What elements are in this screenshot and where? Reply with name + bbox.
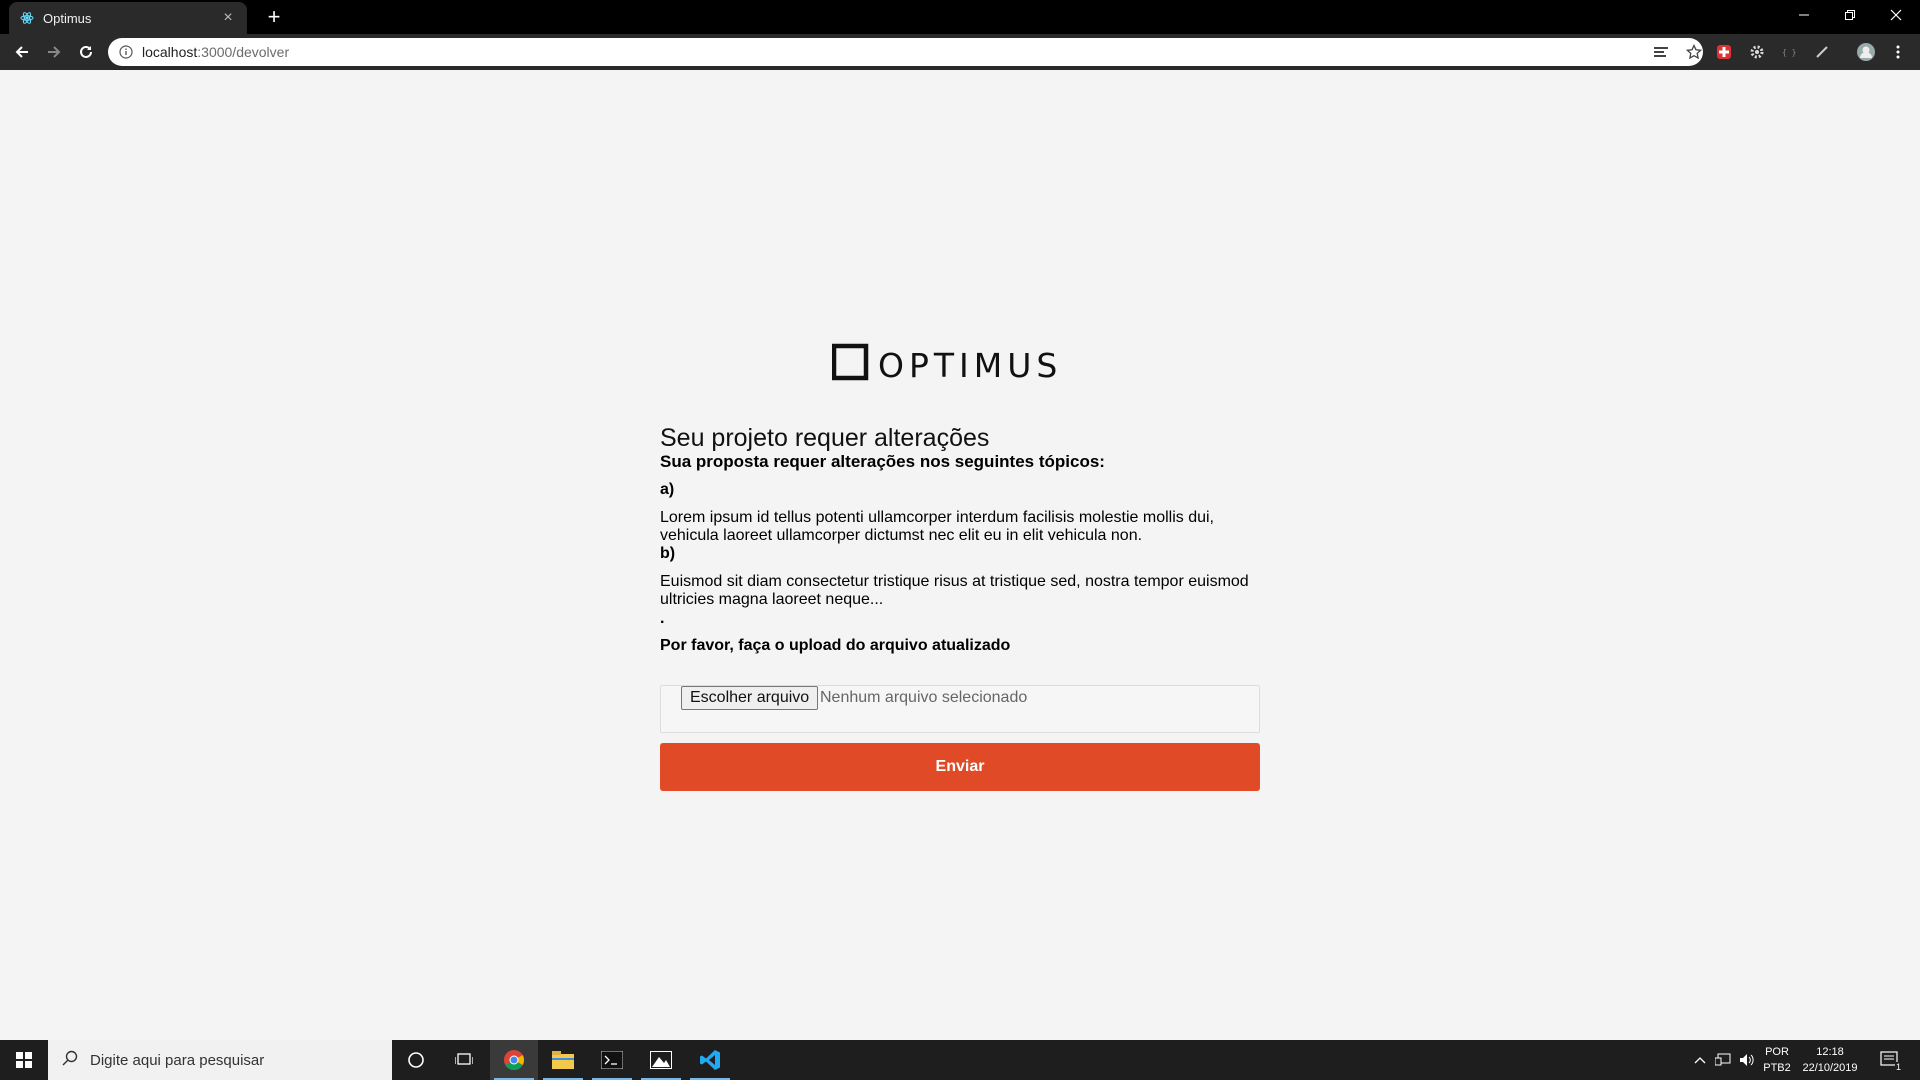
clock-date: 22/10/2019 — [1802, 1062, 1858, 1074]
windows-taskbar: Digite aqui para pesquisar POR PTB2 12:1 — [0, 1040, 1920, 1080]
cortana-icon[interactable] — [392, 1040, 440, 1080]
item-text-a: Lorem ipsum id tellus potenti ullamcorpe… — [660, 509, 1214, 544]
browser-toolbar: localhost:3000/devolver { } — [0, 34, 1920, 70]
reload-icon[interactable] — [72, 38, 100, 66]
react-icon — [19, 10, 35, 26]
tab-close-icon[interactable]: × — [219, 9, 237, 27]
svg-text:{ }: { } — [1782, 48, 1796, 57]
chrome-taskbar-icon[interactable] — [490, 1040, 538, 1080]
volume-icon[interactable] — [1736, 1040, 1758, 1080]
browser-tabstrip: Optimus × + — [0, 0, 1920, 34]
photos-icon[interactable] — [637, 1040, 685, 1080]
language-indicator[interactable]: POR PTB2 — [1760, 1044, 1794, 1076]
optimus-logo: OPTIMUS — [832, 343, 1062, 384]
item-letter-b: b) — [660, 545, 676, 562]
new-tab-button[interactable]: + — [260, 3, 288, 31]
tray-chevron-up-icon[interactable] — [1690, 1040, 1710, 1080]
close-window-icon[interactable] — [1873, 0, 1919, 30]
network-icon[interactable] — [1712, 1040, 1734, 1080]
keyboard-layout: PTB2 — [1763, 1062, 1791, 1074]
page-subtitle: Sua proposta requer alterações nos segui… — [660, 452, 1105, 471]
menu-kebab-icon[interactable] — [1887, 42, 1909, 62]
tab-title: Optimus — [43, 10, 92, 26]
file-input[interactable]: Escolher arquivo Nenhum arquivo selecion… — [660, 685, 1260, 733]
profile-avatar-icon[interactable] — [1855, 42, 1877, 62]
windows-start-icon[interactable] — [0, 1040, 48, 1080]
file-explorer-icon[interactable] — [539, 1040, 587, 1080]
url-path: :3000/devolver — [197, 44, 290, 60]
file-status: Nenhum arquivo selecionado — [820, 689, 1028, 706]
browser-tab[interactable]: Optimus × — [9, 2, 247, 34]
search-placeholder: Digite aqui para pesquisar — [90, 1051, 265, 1069]
item-letter-a: a) — [660, 481, 675, 498]
search-icon — [62, 1050, 78, 1071]
submit-button[interactable]: Enviar — [660, 743, 1260, 791]
separator-dot: . — [660, 610, 665, 627]
back-icon[interactable] — [8, 38, 36, 66]
language-code: POR — [1765, 1046, 1789, 1058]
page-title: Seu projeto requer alterações — [660, 424, 990, 452]
upload-label: Por favor, faça o upload do arquivo atua… — [660, 637, 1011, 654]
address-bar[interactable]: localhost:3000/devolver — [108, 38, 1703, 66]
bookmark-star-icon[interactable] — [1683, 42, 1705, 62]
forward-icon[interactable] — [40, 38, 68, 66]
reader-mode-icon[interactable] — [1650, 42, 1672, 62]
system-clock[interactable]: 12:18 22/10/2019 — [1795, 1044, 1865, 1076]
taskbar-search[interactable]: Digite aqui para pesquisar — [48, 1040, 392, 1080]
item-text-b: Euismod sit diam consectetur tristique r… — [660, 573, 1249, 608]
notification-center-icon[interactable]: 1 — [1872, 1040, 1908, 1080]
choose-file-button[interactable]: Escolher arquivo — [681, 686, 819, 710]
svg-text:OPTIMUS: OPTIMUS — [878, 346, 1062, 384]
extension-red-icon[interactable] — [1713, 42, 1735, 62]
vscode-icon[interactable] — [686, 1040, 734, 1080]
task-view-icon[interactable] — [440, 1040, 488, 1080]
info-icon[interactable] — [118, 44, 134, 60]
gear-extension-icon[interactable] — [1746, 42, 1768, 62]
pen-extension-icon[interactable] — [1811, 42, 1833, 62]
minimize-icon[interactable] — [1781, 0, 1827, 30]
url-host: localhost — [142, 44, 198, 60]
notification-count: 1 — [1894, 1062, 1902, 1072]
code-extension-icon[interactable]: { } — [1778, 42, 1800, 62]
terminal-icon[interactable] — [588, 1040, 636, 1080]
restore-icon[interactable] — [1827, 0, 1873, 30]
clock-time: 12:18 — [1816, 1046, 1844, 1058]
